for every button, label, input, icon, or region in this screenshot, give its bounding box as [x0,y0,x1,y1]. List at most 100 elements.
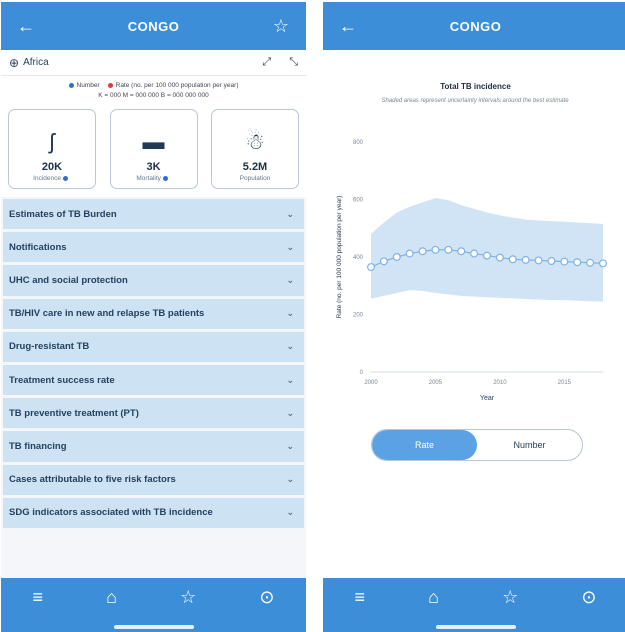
uncertainty-band [371,198,603,302]
data-point [431,245,440,254]
y-tick-label: 200 [353,313,364,319]
compress-icon[interactable]: ⤡ [289,56,298,69]
section-risk-factors[interactable]: Cases attributable to five risk factors ⌄ [3,464,304,495]
population-label: Population [239,175,271,182]
country-title: CONGO [127,18,180,34]
home-icon[interactable]: ⌂ [106,588,117,606]
section-label: Drug-resistant TB [9,341,90,353]
data-point [418,247,427,256]
chevron-down-icon: ⌄ [286,474,294,485]
data-point [444,245,453,254]
globe-icon: ⊕ [9,55,20,70]
menu-icon[interactable]: ≡ [33,588,44,606]
section-drug-resistant[interactable]: Drug-resistant TB ⌄ [3,331,304,362]
data-point [547,257,556,266]
population-icon: ☃ [245,129,265,154]
country-title: CONGO [449,18,502,34]
x-tick-label: 2005 [429,380,443,386]
right-screen: ← CONGO Total TB incidence Shaded areas … [323,2,625,632]
section-label: TB preventive treatment (PT) [9,407,139,419]
data-point [508,255,517,264]
section-label: Notifications [9,241,67,253]
section-label: SDG indicators associated with TB incide… [9,507,213,519]
bottom-nav: ≡ ⌂ ☆ ⊙ [323,578,625,632]
number-dot-icon [68,82,74,88]
section-label: UHC and social protection [9,274,128,286]
chevron-down-icon: ⌄ [286,440,294,451]
section-list: Estimates of TB Burden ⌄ Notifications ⌄ U… [1,197,306,528]
expand-icon[interactable]: ⤢ [262,56,271,69]
home-indicator [113,625,194,629]
x-axis-label: Year [480,395,495,402]
top-bar: ← CONGO ☆ [1,2,306,50]
rate-number-toggle[interactable]: Rate Number [371,429,583,461]
incidence-card[interactable]: ʃ 20K Incidence [8,109,96,189]
back-arrow-icon[interactable]: ← [15,17,37,35]
data-point [534,256,543,265]
legend-number: Number [76,82,100,89]
section-financing[interactable]: TB financing ⌄ [3,431,304,462]
region-label[interactable]: Africa [23,57,49,68]
chart-canvas: 0 200 400 600 800 2000 2005 2010 2015 Year Rate (n… [336,140,608,402]
more-icon[interactable]: ⊙ [259,588,274,606]
more-icon[interactable]: ⊙ [581,588,596,606]
incidence-icon: ʃ [49,129,55,154]
data-point [405,249,414,258]
section-label: TB/HIV care in new and relapse TB patien… [9,308,205,320]
section-tb-hiv[interactable]: TB/HIV care in new and relapse TB patien… [3,298,304,329]
top-bar: ← CONGO [323,2,625,50]
legend: Number Rate (no. per 100 000 population … [1,76,306,103]
mortality-card[interactable]: ▬ 3K Mortality [109,109,198,189]
section-sdg[interactable]: SDG indicators associated with TB incide… [3,497,304,528]
y-tick-label: 800 [353,140,364,146]
star-icon[interactable]: ☆ [270,17,292,35]
chevron-down-icon: ⌄ [286,208,294,219]
x-tick-label: 2000 [364,380,378,386]
incidence-chart: Total TB incidence Shaded areas represen… [323,74,625,424]
incidence-label: Incidence [33,175,61,182]
y-tick-label: 600 [353,198,364,204]
section-treatment-success[interactable]: Treatment success rate ⌄ [3,364,304,396]
back-arrow-icon[interactable]: ← [337,17,359,35]
section-notifications[interactable]: Notifications ⌄ [3,232,304,263]
toggle-rate[interactable]: Rate [372,430,477,460]
number-dot-icon [62,175,68,181]
rate-dot-icon [107,82,113,88]
section-preventive[interactable]: TB preventive treatment (PT) ⌄ [3,398,304,429]
chevron-down-icon: ⌄ [286,407,294,418]
legend-scale: K = 000 M = 000 000 B = 000 000 000 [98,92,209,99]
section-uhc[interactable]: UHC and social protection ⌄ [3,265,304,296]
mortality-label: Mortality [136,175,161,182]
y-tick-label: 400 [353,255,364,261]
incidence-value: 20K [41,161,63,173]
x-tick-label: 2015 [558,380,572,386]
home-icon[interactable]: ⌂ [428,588,439,606]
chevron-down-icon: ⌄ [286,507,294,518]
menu-icon[interactable]: ≡ [355,588,366,606]
favorites-icon[interactable]: ☆ [502,588,518,606]
chevron-down-icon: ⌄ [286,274,294,285]
chevron-down-icon: ⌄ [286,308,294,319]
data-point [379,257,388,266]
data-point [457,247,466,256]
chevron-down-icon: ⌄ [286,241,294,252]
favorites-icon[interactable]: ☆ [180,588,196,606]
data-point [392,253,401,262]
home-indicator [435,625,516,629]
left-screen: ← CONGO ☆ ⊕ Africa ⤢ ⤡ Number Rate (no. … [1,2,306,632]
chevron-down-icon: ⌄ [286,341,294,352]
region-row: ⊕ Africa ⤢ ⤡ [1,50,306,76]
legend-rate: Rate (no. per 100 000 population per yea… [115,82,239,89]
mortality-value: 3K [146,161,161,173]
data-point [599,259,608,268]
data-point [366,263,375,272]
section-estimates[interactable]: Estimates of TB Burden ⌄ [3,199,304,230]
data-point [560,257,569,266]
data-point [495,253,504,262]
population-value: 5.2M [242,161,268,173]
section-label: TB financing [9,440,67,452]
population-card[interactable]: ☃ 5.2M Population [211,109,299,189]
data-point [573,258,582,267]
y-tick-label: 0 [360,370,364,376]
toggle-number[interactable]: Number [477,430,582,460]
